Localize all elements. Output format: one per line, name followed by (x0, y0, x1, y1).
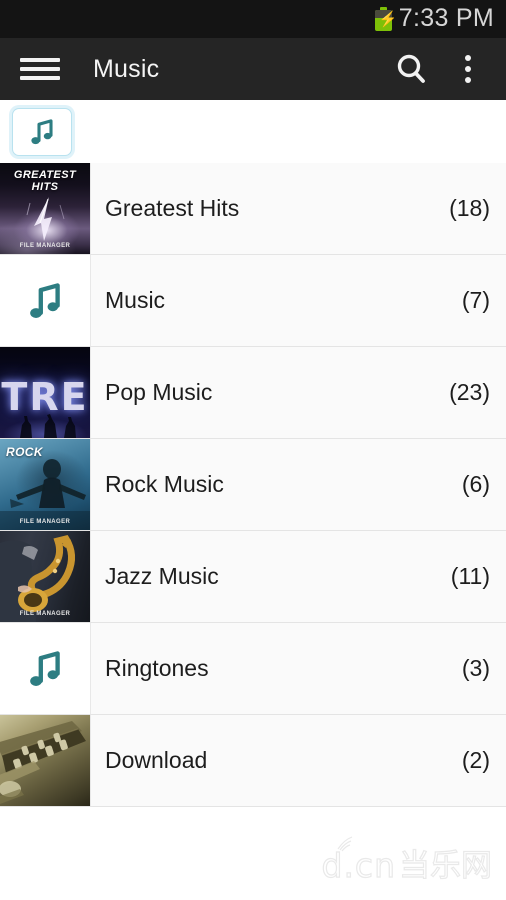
tab-music-library[interactable] (12, 107, 72, 156)
default-music-note-thumbnail (0, 623, 91, 714)
battery-charging-icon: ⚡ (374, 7, 397, 31)
jazz-music-album-art: FILE MANAGER (0, 531, 91, 622)
pop-music-album-art: TRE (0, 347, 91, 438)
track-count: (6) (461, 471, 490, 497)
default-music-note-thumbnail (0, 255, 91, 346)
search-icon[interactable] (390, 48, 432, 90)
status-bar-clock: 7:33 PM (398, 3, 494, 32)
tab-strip (0, 100, 506, 163)
album-art-caption: FILE MANAGER (19, 519, 71, 525)
track-count: (3) (461, 655, 490, 681)
music-note-icon (31, 118, 53, 144)
track-count: (18) (449, 195, 490, 221)
rock-music-album-art: ROCK FILE MANAGER (0, 439, 91, 530)
watermark-chinese: 当乐网 (398, 848, 492, 884)
music-note-icon (30, 650, 60, 686)
watermark: d.cn 当乐网 (321, 836, 493, 885)
watermark-latin: d.cn (321, 846, 396, 885)
folder-list: GREATEST HITS FILE MANAGER Greatest Hits… (0, 163, 506, 807)
album-art-caption: FILE MANAGER (19, 243, 71, 249)
track-count: (11) (450, 563, 490, 589)
folder-name: Download (105, 747, 208, 773)
list-item[interactable]: ROCK FILE MANAGER Rock Music (6) (0, 439, 506, 531)
list-item[interactable]: FILE MANAGER Jazz Music (11) (0, 531, 506, 623)
track-count: (7) (461, 287, 490, 313)
music-app-screen: ⚡ 7:33 PM Music (0, 0, 506, 900)
folder-name: Pop Music (105, 379, 213, 405)
hamburger-menu-icon[interactable] (20, 55, 60, 83)
track-count: (23) (449, 379, 490, 405)
page-title: Music (93, 54, 160, 83)
list-item[interactable]: Music (7) (0, 255, 506, 347)
folder-name: Ringtones (105, 655, 209, 681)
status-bar: ⚡ 7:33 PM (0, 0, 506, 38)
download-guitar-art (0, 715, 91, 806)
album-art-title: ROCK (6, 445, 43, 459)
list-item[interactable]: TRE Pop Music (23) (0, 347, 506, 439)
album-art-title: GREATEST HITS (13, 169, 77, 193)
list-item[interactable]: Ringtones (3) (0, 623, 506, 715)
folder-name: Greatest Hits (105, 195, 240, 221)
folder-name: Music (105, 287, 166, 313)
track-count: (2) (461, 747, 490, 773)
album-art-caption: FILE MANAGER (19, 611, 71, 617)
wifi-icon (337, 836, 352, 852)
overflow-menu-icon[interactable] (448, 49, 488, 89)
action-bar: Music (0, 38, 506, 100)
greatest-hits-album-art: GREATEST HITS FILE MANAGER (0, 163, 91, 254)
music-note-icon (30, 282, 60, 318)
folder-name: Jazz Music (105, 563, 219, 589)
list-item[interactable]: Download (2) (0, 715, 506, 807)
list-item[interactable]: GREATEST HITS FILE MANAGER Greatest Hits… (0, 163, 506, 255)
folder-name: Rock Music (105, 471, 224, 497)
